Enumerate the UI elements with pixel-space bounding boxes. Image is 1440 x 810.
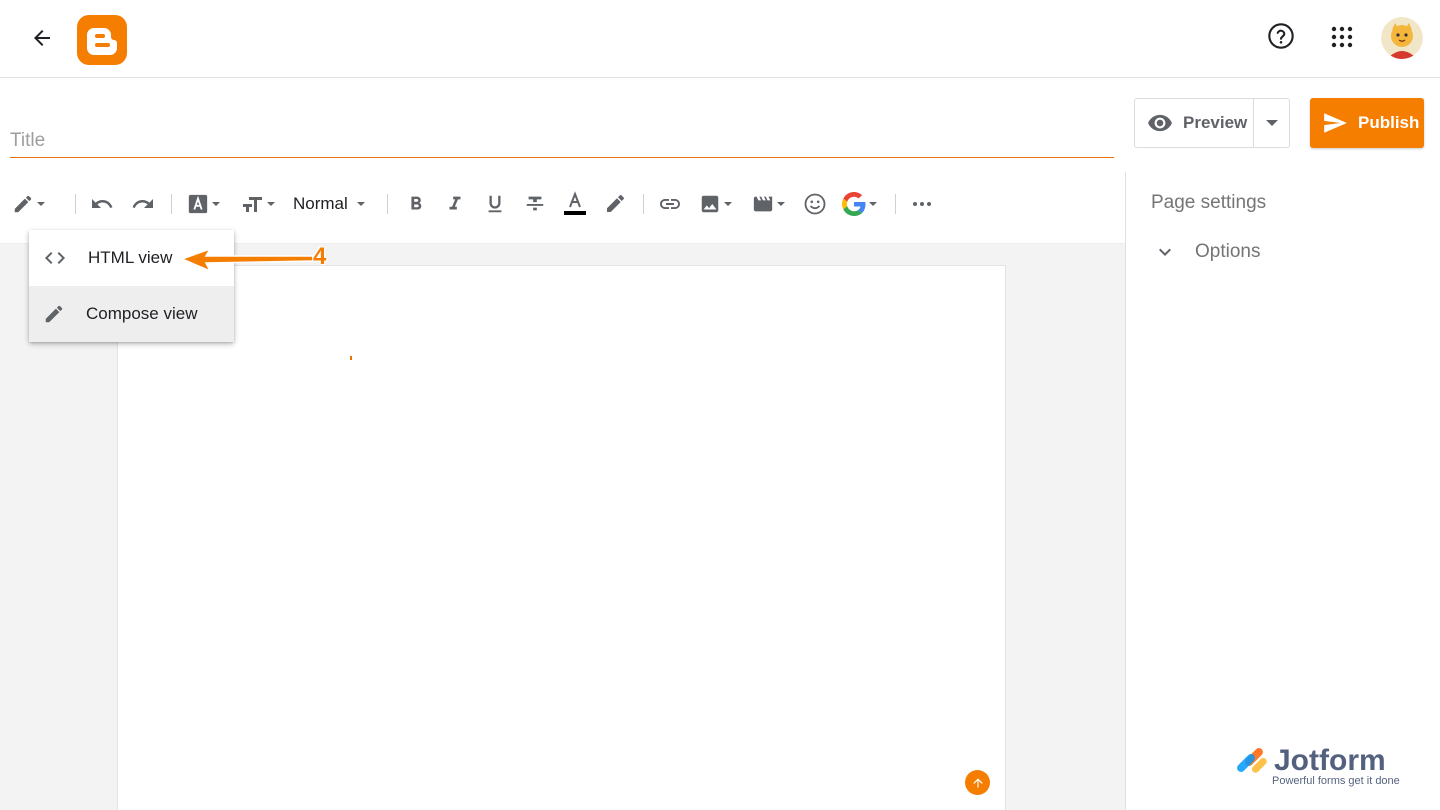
send-icon: [1324, 113, 1347, 133]
toolbar-divider: [895, 194, 896, 214]
chevron-down-icon: [1159, 248, 1171, 256]
undo-icon: [92, 199, 113, 208]
code-icon: [45, 252, 65, 264]
caret-down-icon: [1265, 120, 1278, 126]
highlighter-icon: [607, 194, 625, 212]
text-size-icon: [243, 197, 262, 212]
insert-image-button[interactable]: [699, 190, 733, 218]
jotform-watermark: Jotform Powerful forms get it done: [1236, 744, 1416, 788]
jotform-logo-icon: [1237, 748, 1267, 773]
italic-button[interactable]: [444, 190, 466, 218]
menu-item-label: HTML view: [88, 248, 173, 267]
caret-down-icon: [869, 202, 877, 206]
top-bar: [0, 0, 1440, 78]
bold-button[interactable]: [405, 190, 427, 218]
publish-button[interactable]: Publish: [1310, 98, 1424, 148]
preview-dropdown-button[interactable]: [1254, 99, 1289, 147]
annotation-arrow-icon: [180, 247, 314, 273]
blogger-logo-icon[interactable]: [77, 15, 127, 65]
undo-button[interactable]: [90, 190, 114, 218]
help-button[interactable]: [1261, 16, 1301, 56]
editor-page[interactable]: [117, 265, 1006, 810]
insert-video-button[interactable]: [752, 190, 786, 218]
underline-button[interactable]: [484, 190, 506, 218]
redo-button[interactable]: [131, 190, 155, 218]
strikethrough-button[interactable]: [524, 190, 546, 218]
caret-down-icon: [37, 202, 45, 206]
jotform-name: Jotform: [1274, 744, 1386, 777]
preview-button[interactable]: Preview: [1135, 99, 1254, 147]
options-label: Options: [1195, 241, 1261, 262]
annotation-step-number: 4: [313, 243, 327, 270]
apps-button[interactable]: [1322, 17, 1362, 57]
redo-icon: [132, 199, 153, 208]
back-button[interactable]: [22, 18, 62, 58]
help-circle-icon: [1268, 23, 1294, 49]
preview-label: Preview: [1183, 113, 1248, 132]
text-color-button[interactable]: [563, 190, 587, 218]
font-button[interactable]: [187, 190, 221, 218]
pencil-icon: [45, 305, 63, 323]
title-input[interactable]: [10, 124, 1114, 158]
caret-down-icon: [267, 202, 275, 206]
strikethrough-icon: [526, 196, 544, 211]
menu-item-compose-view[interactable]: Compose view: [29, 286, 234, 342]
bold-icon: [411, 196, 422, 210]
sidebar-divider: [1125, 172, 1126, 810]
toolbar-divider: [171, 194, 172, 214]
avatar[interactable]: [1381, 17, 1423, 59]
video-icon: [753, 196, 773, 212]
scroll-up-button[interactable]: [965, 770, 990, 795]
publish-label: Publish: [1358, 113, 1420, 132]
toolbar-divider: [643, 194, 644, 214]
caret-down-icon: [724, 202, 732, 206]
menu-item-label: Compose view: [86, 304, 198, 323]
emoji-icon: [804, 193, 826, 215]
more-options-button[interactable]: [910, 190, 934, 218]
underline-icon: [488, 195, 502, 213]
toolbar-divider: [75, 194, 76, 214]
text-color-icon: [564, 191, 586, 215]
jotform-tagline: Powerful forms get it done: [1272, 775, 1400, 787]
paragraph-format-dropdown[interactable]: Normal: [293, 190, 366, 218]
caret-down-icon: [777, 202, 785, 206]
eye-icon: [1148, 114, 1172, 132]
caret-down-icon: [212, 202, 220, 206]
preview-group: Preview: [1134, 98, 1290, 148]
font-icon: [188, 194, 208, 214]
arrow-left-icon: [34, 30, 50, 46]
link-button[interactable]: [658, 190, 682, 218]
highlight-button[interactable]: [603, 190, 627, 218]
google-g-icon: [842, 192, 866, 216]
image-icon: [701, 195, 719, 213]
toolbar-divider: [387, 194, 388, 214]
link-icon: [660, 199, 680, 209]
caret-down-icon: [356, 202, 365, 206]
apps-grid-icon: [1331, 26, 1353, 48]
view-mode-button[interactable]: [12, 190, 46, 218]
options-toggle[interactable]: Options: [1153, 240, 1260, 264]
arrow-up-icon: [972, 777, 983, 788]
emoji-button[interactable]: [803, 190, 827, 218]
page-settings-heading: Page settings: [1151, 192, 1267, 213]
pencil-icon: [14, 195, 32, 213]
text-cursor: [350, 356, 352, 360]
font-size-button[interactable]: [240, 190, 276, 218]
google-tools-button[interactable]: [842, 190, 878, 218]
more-horizontal-icon: [913, 202, 931, 206]
paragraph-format-label: Normal: [293, 194, 348, 213]
italic-icon: [449, 196, 461, 210]
